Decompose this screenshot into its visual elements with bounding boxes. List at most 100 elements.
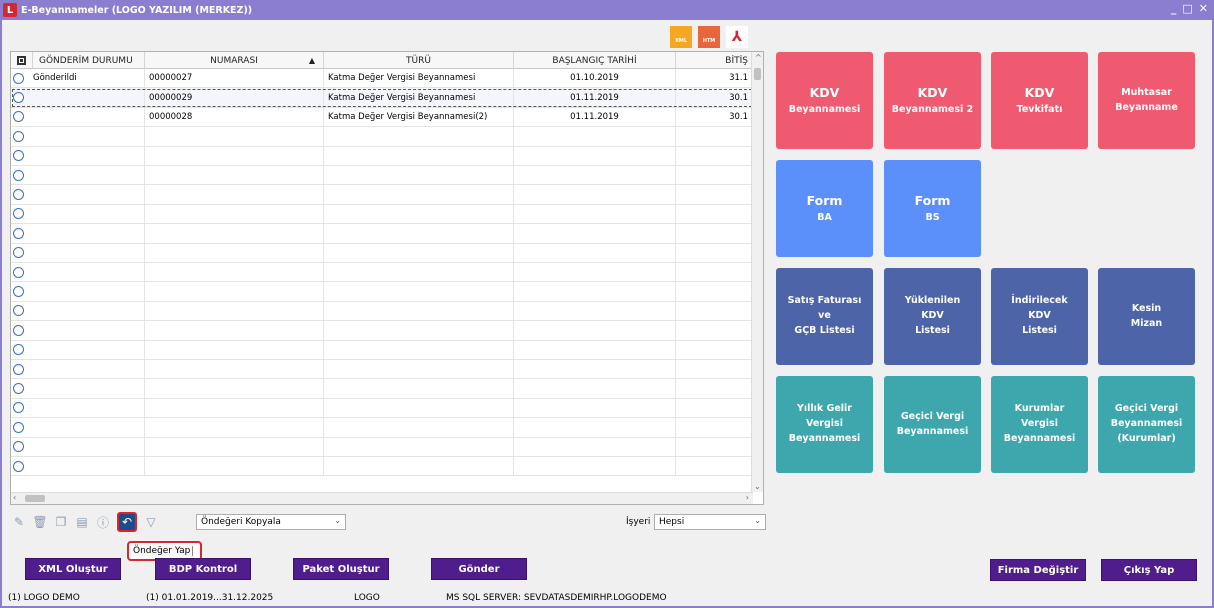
exit-button[interactable]: Çıkış Yap <box>1101 559 1197 581</box>
row-select-radio[interactable] <box>11 69 33 87</box>
package-create-button[interactable]: Paket Oluştur <box>293 558 389 580</box>
row-select-radio[interactable] <box>11 244 33 262</box>
cell-status <box>33 418 145 437</box>
cell-type <box>324 166 514 185</box>
delete-icon[interactable]: 🗑 <box>32 515 47 529</box>
table-row[interactable] <box>11 301 753 322</box>
app-logo-icon: L <box>3 3 17 17</box>
send-button[interactable]: Gönder <box>431 558 527 580</box>
tile-label-l2: Tevkifatı <box>1016 103 1063 115</box>
tile-label-l2: KDV <box>921 310 944 322</box>
grid-horizontal-scrollbar[interactable]: ‹ › <box>11 492 753 504</box>
cell-type: Katma Değer Vergisi Beyannamesi <box>324 69 514 88</box>
change-firm-button[interactable]: Firma Değiştir <box>990 559 1086 581</box>
tile-9[interactable]: Kesin Mizan <box>1098 268 1195 365</box>
row-select-radio[interactable] <box>11 282 33 300</box>
select-all-checkbox[interactable] <box>11 52 33 69</box>
tile-8[interactable]: İndirilecek KDV Listesi <box>991 268 1088 365</box>
maximize-button[interactable]: □ <box>1182 2 1192 15</box>
table-row[interactable] <box>11 360 753 380</box>
tile-7[interactable]: Yüklenilen KDV Listesi <box>884 268 981 365</box>
table-row[interactable] <box>11 418 753 438</box>
grid-vertical-scrollbar[interactable]: ^ ⌄ <box>751 52 763 492</box>
table-row[interactable] <box>11 146 753 166</box>
set-default-icon[interactable]: ↶ <box>117 512 137 532</box>
htm-icon[interactable]: HTM <box>698 26 720 48</box>
row-select-radio[interactable] <box>11 438 33 456</box>
xml-icon[interactable]: XML <box>670 26 692 48</box>
pdf-icon[interactable]: ⅄ <box>726 26 748 48</box>
col-header-number[interactable]: NUMARASI ▲ <box>145 52 324 69</box>
row-select-radio[interactable] <box>11 205 33 223</box>
col-header-start[interactable]: BAŞLANGIÇ TARİHİ <box>514 52 676 69</box>
tile-2[interactable]: KDV Tevkifatı <box>991 52 1088 149</box>
tile-11[interactable]: Geçici Vergi Beyannamesi <box>884 376 981 473</box>
row-select-radio[interactable] <box>11 457 33 475</box>
tile-0[interactable]: KDV Beyannamesi <box>776 52 873 149</box>
copy-icon[interactable]: ❐ <box>54 515 68 529</box>
declarations-grid[interactable]: GÖNDERİM DURUMU NUMARASI ▲ TÜRÜ BAŞLANGIÇ… <box>10 51 764 505</box>
cell-type: Katma Değer Vergisi Beyannamesi(2) <box>324 107 514 127</box>
table-row[interactable]: 00000029 Katma Değer Vergisi Beyannamesi 0… <box>11 88 753 108</box>
minimize-button[interactable]: _ <box>1171 2 1177 15</box>
row-select-radio[interactable] <box>11 127 33 145</box>
cell-status <box>33 340 145 359</box>
table-row[interactable] <box>11 166 753 186</box>
row-select-radio[interactable] <box>11 360 33 378</box>
document-icon[interactable]: ▤ <box>75 515 89 529</box>
tile-5[interactable]: Form BS <box>884 160 981 257</box>
table-row[interactable] <box>11 224 753 244</box>
tile-6[interactable]: Satış Faturası ve GÇB Listesi <box>776 268 873 365</box>
col-header-number-label: NUMARASI <box>210 55 258 66</box>
row-select-radio[interactable] <box>11 302 33 320</box>
table-row[interactable] <box>11 379 753 399</box>
xml-create-button[interactable]: XML Oluştur <box>25 558 121 580</box>
tile-1[interactable]: KDV Beyannamesi 2 <box>884 52 981 149</box>
row-select-radio[interactable] <box>11 147 33 165</box>
cell-number <box>145 166 324 185</box>
copy-default-dropdown[interactable]: Öndeğeri Kopyala ⌄ <box>196 514 346 530</box>
table-row[interactable] <box>11 457 753 477</box>
row-select-radio[interactable] <box>11 321 33 339</box>
bdp-check-button[interactable]: BDP Kontrol <box>155 558 251 580</box>
table-row[interactable]: 00000028 Katma Değer Vergisi Beyannamesi(… <box>11 107 753 128</box>
table-row[interactable] <box>11 263 753 283</box>
cell-type <box>324 263 514 282</box>
row-select-radio[interactable] <box>11 399 33 417</box>
tile-12[interactable]: Kurumlar Vergisi Beyannamesi <box>991 376 1088 473</box>
row-select-radio[interactable] <box>11 418 33 436</box>
row-select-radio[interactable] <box>11 341 33 359</box>
table-row[interactable] <box>11 321 753 341</box>
row-select-radio[interactable] <box>11 379 33 397</box>
isyeri-dropdown[interactable]: Hepsi ⌄ <box>654 514 766 530</box>
col-header-type[interactable]: TÜRÜ <box>324 52 514 69</box>
tile-10[interactable]: Yıllık Gelir Vergisi Beyannamesi <box>776 376 873 473</box>
row-select-radio[interactable] <box>11 263 33 281</box>
table-row[interactable] <box>11 243 753 263</box>
table-row[interactable] <box>11 437 753 457</box>
row-select-radio[interactable] <box>11 88 33 106</box>
table-row[interactable] <box>11 282 753 302</box>
row-select-radio[interactable] <box>11 224 33 242</box>
row-select-radio[interactable] <box>11 185 33 203</box>
table-row[interactable] <box>11 185 753 205</box>
tile-13[interactable]: Geçici Vergi Beyannamesi (Kurumlar) <box>1098 376 1195 473</box>
table-row[interactable]: Gönderildi 00000027 Katma Değer Vergisi Be… <box>11 69 753 89</box>
tile-3[interactable]: Muhtasar Beyanname <box>1098 52 1195 149</box>
filter-icon[interactable]: ▽ <box>144 515 158 529</box>
edit-icon[interactable]: ✎ <box>12 515 26 529</box>
tile-label-l1: Yüklenilen <box>904 295 961 307</box>
row-select-radio[interactable] <box>11 108 33 126</box>
tile-4[interactable]: Form BA <box>776 160 873 257</box>
table-row[interactable] <box>11 340 753 360</box>
tile-label-l2: Beyanname <box>1115 101 1178 113</box>
table-row[interactable] <box>11 204 753 225</box>
row-select-radio[interactable] <box>11 166 33 184</box>
cell-number <box>145 360 324 379</box>
col-header-status[interactable]: GÖNDERİM DURUMU <box>33 52 145 69</box>
table-row[interactable] <box>11 127 753 147</box>
close-button[interactable]: ✕ <box>1199 2 1208 15</box>
info-icon[interactable]: ⓘ <box>96 515 110 530</box>
table-row[interactable] <box>11 398 753 419</box>
col-header-end[interactable]: BİTİŞ <box>676 52 753 69</box>
